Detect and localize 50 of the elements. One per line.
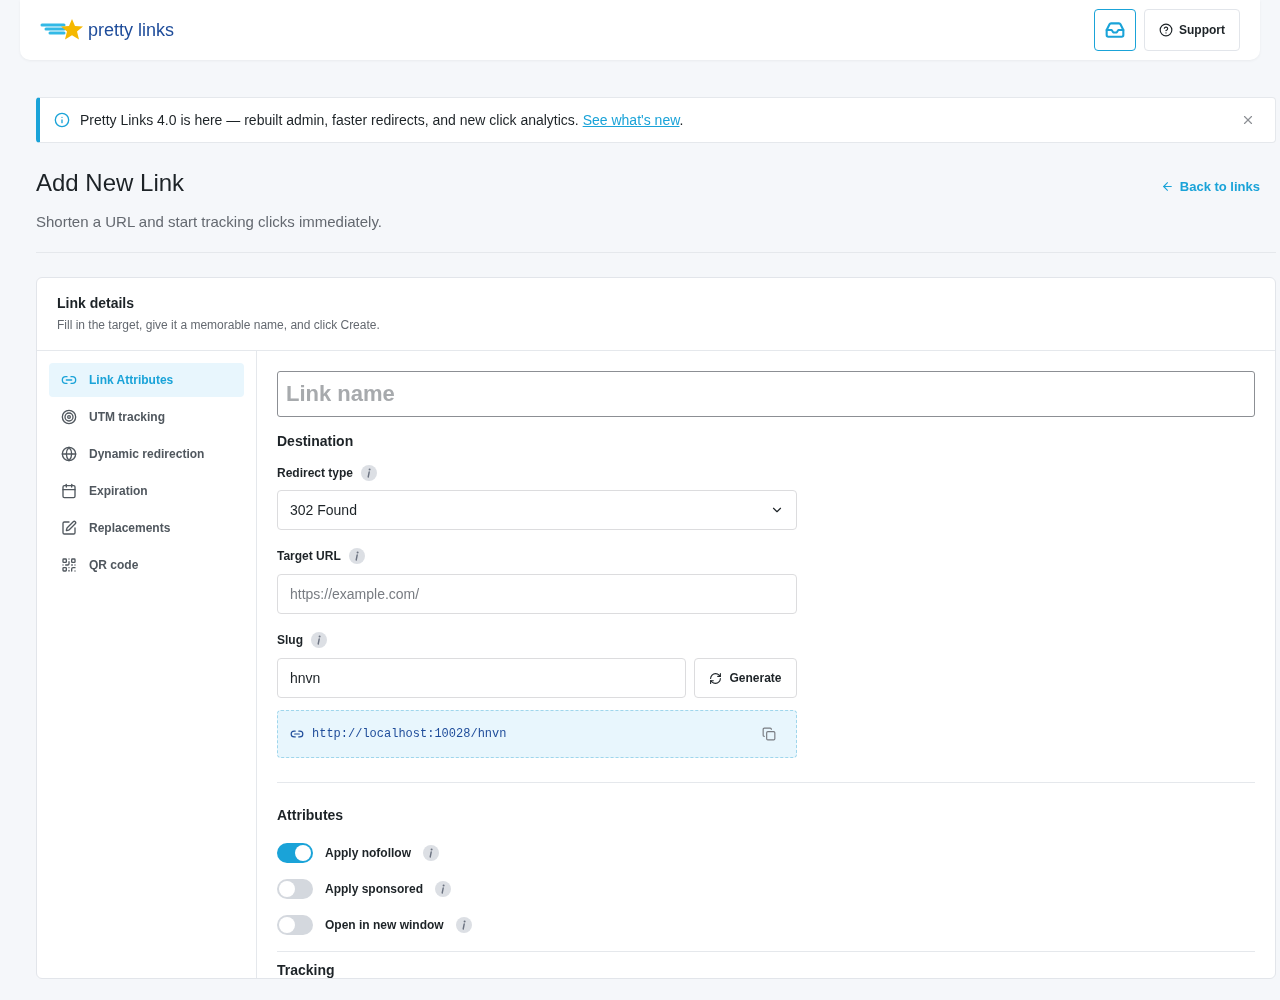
sidebar-item[interactable]: Replacements: [49, 511, 244, 545]
generate-button[interactable]: Generate: [694, 658, 797, 698]
section-heading: Tracking: [277, 962, 336, 978]
card-subtitle: Fill in the target, give it a memorable name, and click Create.: [57, 318, 381, 332]
info-icon[interactable]: [423, 845, 439, 861]
inbox-button[interactable]: [1094, 9, 1136, 51]
sidebar-item[interactable]: UTM tracking: [49, 400, 244, 434]
calendar-icon: [61, 483, 77, 499]
qr-code-icon: [61, 557, 77, 573]
inbox-icon: [1105, 20, 1125, 40]
toggle-switch[interactable]: [277, 879, 313, 899]
toggle-switch[interactable]: [277, 843, 313, 863]
field-label: Target URL: [277, 549, 341, 563]
globe-icon: [61, 446, 77, 462]
info-icon[interactable]: [311, 632, 327, 648]
redirect-type-select[interactable]: 302 Found: [277, 490, 797, 530]
toggle-switch[interactable]: [277, 915, 313, 935]
toggle-label: Apply nofollow: [325, 846, 411, 860]
help-icon: [1159, 23, 1173, 37]
toggle-label: Open in new window: [325, 918, 444, 932]
slug-field[interactable]: hnvn: [277, 658, 686, 698]
field-label: Redirect type: [277, 466, 354, 480]
section-heading: Destination: [277, 433, 355, 449]
sidebar-item[interactable]: Dynamic redirection: [49, 437, 244, 471]
info-icon[interactable]: [361, 465, 378, 481]
link-icon: [290, 727, 304, 741]
page-subtitle: Shorten a URL and start tracking clicks immediately.: [36, 213, 382, 230]
info-icon[interactable]: [348, 548, 365, 564]
close-icon[interactable]: [1241, 113, 1255, 127]
support-button[interactable]: Support: [1144, 9, 1240, 51]
short-url-text: http://localhost:10028/hnvn: [312, 727, 508, 741]
field-label: Slug: [277, 633, 303, 647]
copy-icon[interactable]: [762, 727, 776, 741]
notice-text: Pretty Links 4.0 is here — rebuilt admin, faster redirects, and new click analytics. See what's new.: [80, 112, 685, 128]
sidebar-item[interactable]: QR code: [49, 548, 244, 582]
card-title: Link details: [57, 295, 136, 311]
refresh-icon: [709, 671, 723, 685]
toggle-label: Apply sponsored: [325, 882, 423, 896]
target-icon: [61, 409, 77, 425]
edit-icon: [61, 520, 77, 536]
sidebar-item[interactable]: Expiration: [49, 474, 244, 508]
info-icon[interactable]: [455, 917, 472, 933]
info-icon: [54, 112, 70, 128]
target-url-field[interactable]: https://example.com/: [277, 574, 797, 614]
section-heading: Attributes: [277, 807, 345, 823]
page-title: Add New Link: [36, 169, 186, 197]
arrow-left-icon: [1160, 179, 1174, 193]
link-name-field[interactable]: Link name: [277, 371, 1255, 417]
info-icon[interactable]: [435, 881, 451, 897]
logo-text: pretty links: [88, 19, 175, 41]
